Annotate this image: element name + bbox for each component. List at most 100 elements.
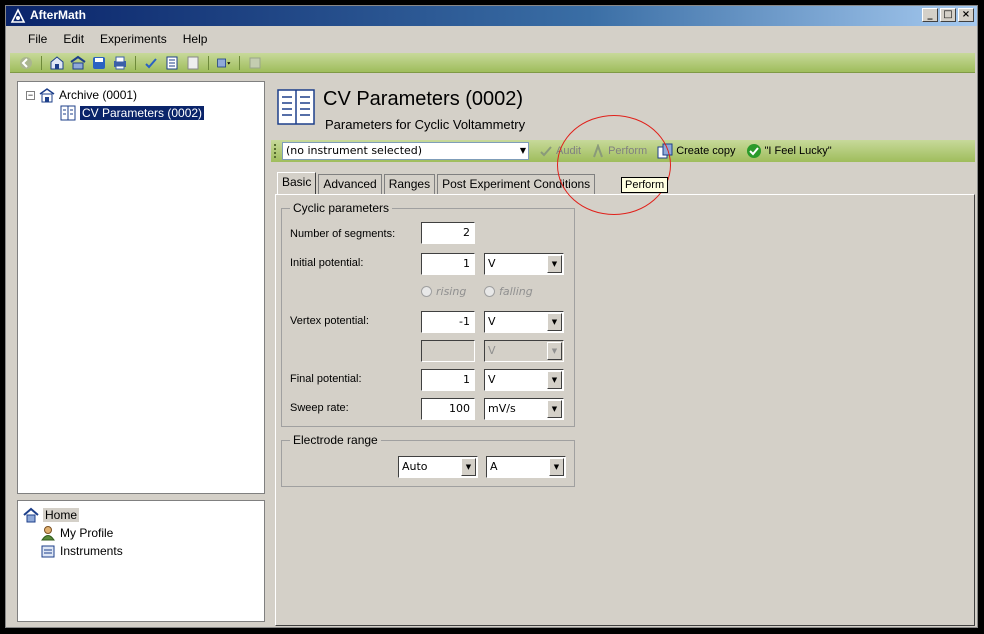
collapse-toggle[interactable]: −	[26, 90, 35, 100]
group-legend: Electrode range	[290, 433, 381, 447]
instrument-select-value: (no instrument selected)	[286, 144, 423, 157]
chevron-down-icon: ▼	[461, 458, 476, 476]
chevron-down-icon: ▼	[547, 313, 562, 331]
instrument-select[interactable]: (no instrument selected) ▼	[282, 142, 529, 160]
chevron-down-icon: ▼	[549, 458, 564, 476]
tree-item-archive[interactable]: − Archive (0001)	[26, 87, 137, 103]
chevron-down-icon: ▼	[547, 371, 562, 389]
instruments-icon	[41, 545, 55, 558]
rising-radio[interactable]: rising	[421, 285, 466, 298]
tab-basic[interactable]: Basic	[277, 172, 317, 194]
tree-item-cv-parameters[interactable]: CV Parameters (0002)	[60, 105, 205, 121]
radio-circle-icon	[484, 286, 495, 297]
final-potential-label: Final potential:	[290, 373, 362, 385]
parameters-icon[interactable]	[164, 55, 180, 71]
main-toolbar	[10, 53, 975, 73]
document-icon[interactable]	[185, 55, 201, 71]
sweep-rate-label: Sweep rate:	[290, 402, 349, 414]
disabled-tool-icon	[247, 55, 263, 71]
create-copy-label: Create copy	[676, 145, 736, 157]
vertex-potential-label: Vertex potential:	[290, 315, 369, 327]
app-window: AfterMath _ □ × File Edit Experiments He…	[5, 5, 978, 628]
menu-experiments[interactable]: Experiments	[92, 28, 175, 50]
page-title: CV Parameters (0002)	[323, 88, 524, 110]
segments-input[interactable]: 2	[421, 222, 475, 244]
final-potential-unit-select[interactable]: V ▼	[484, 369, 564, 391]
nav-item-label: Home	[43, 508, 80, 522]
parameters-doc-icon	[277, 89, 315, 125]
nav-item-home[interactable]: Home	[23, 507, 80, 523]
toolbar-grip[interactable]	[274, 144, 278, 158]
print-icon[interactable]	[112, 55, 128, 71]
vertex-potential-input[interactable]: -1	[421, 311, 475, 333]
menu-file[interactable]: File	[20, 28, 55, 50]
menu-help[interactable]: Help	[175, 28, 216, 50]
nav-item-my-profile[interactable]: My Profile	[40, 525, 113, 541]
audit-icon[interactable]	[143, 55, 159, 71]
parameter-tabs: Basic Advanced Ranges Post Experiment Co…	[277, 172, 597, 194]
unit-value: mV/s	[488, 402, 516, 415]
title-bar: AfterMath _ □ ×	[6, 6, 977, 26]
highlight-circle	[557, 115, 671, 215]
range-unit-value: A	[490, 460, 498, 473]
app-logo-icon	[10, 8, 26, 23]
tree-item-label: CV Parameters (0002)	[80, 106, 205, 120]
falling-label: falling	[499, 285, 533, 298]
chevron-down-icon: ▼	[547, 400, 562, 418]
menu-edit[interactable]: Edit	[55, 28, 92, 50]
tab-ranges[interactable]: Ranges	[383, 174, 436, 194]
unit-value: V	[488, 344, 496, 357]
navigation-tree: Home My Profile Instruments	[17, 500, 265, 622]
basic-tab-panel: Cyclic parameters Number of segments: 2 …	[275, 194, 975, 626]
initial-potential-input[interactable]: 1	[421, 253, 475, 275]
feel-lucky-label: "I Feel Lucky"	[764, 145, 832, 157]
unit-value: V	[488, 257, 496, 270]
nav-item-instruments[interactable]: Instruments	[40, 543, 123, 559]
page-subtitle: Parameters for Cyclic Voltammetry	[325, 117, 526, 132]
profile-icon	[41, 526, 55, 541]
radio-circle-icon	[421, 286, 432, 297]
falling-radio[interactable]: falling	[484, 285, 533, 298]
chevron-down-icon: ▼	[519, 146, 526, 155]
electrode-range-unit-select[interactable]: A ▼	[486, 456, 566, 478]
feel-lucky-button[interactable]: "I Feel Lucky"	[746, 143, 832, 159]
sweep-rate-unit-select[interactable]: mV/s ▼	[484, 398, 564, 420]
vertex-potential-2-input	[421, 340, 475, 362]
nav-item-label: Instruments	[60, 544, 123, 558]
toolbar-separator	[135, 55, 136, 70]
close-button[interactable]: ×	[958, 8, 974, 22]
archive-icon[interactable]	[70, 55, 86, 71]
range-mode-value: Auto	[402, 460, 428, 473]
tools-dropdown-icon[interactable]	[216, 55, 232, 71]
rising-label: rising	[436, 285, 467, 298]
audit-icon	[540, 146, 552, 157]
final-potential-input[interactable]: 1	[421, 369, 475, 391]
toolbar-separator	[208, 55, 209, 70]
chevron-down-icon: ▼	[547, 255, 562, 273]
chevron-down-icon: ▼	[547, 342, 562, 360]
maximize-button[interactable]: □	[940, 8, 956, 22]
new-archive-icon[interactable]	[49, 55, 65, 71]
nav-item-label: My Profile	[60, 526, 114, 540]
initial-potential-unit-select[interactable]: V ▼	[484, 253, 564, 275]
save-icon[interactable]	[91, 55, 107, 71]
toolbar-separator	[41, 55, 42, 70]
sweep-rate-input[interactable]: 100	[421, 398, 475, 420]
segments-label: Number of segments:	[290, 228, 396, 240]
back-icon[interactable]	[18, 55, 34, 71]
check-circle-icon	[746, 144, 761, 158]
minimize-button[interactable]: _	[922, 8, 938, 22]
unit-value: V	[488, 315, 496, 328]
tab-advanced[interactable]: Advanced	[318, 174, 382, 194]
parameters-doc-icon	[60, 105, 76, 121]
cyclic-parameters-group: Cyclic parameters Number of segments: 2 …	[281, 201, 575, 427]
electrode-range-group: Electrode range Auto ▼ A ▼	[281, 433, 575, 487]
vertex-potential-unit-select[interactable]: V ▼	[484, 311, 564, 333]
window-title: AfterMath	[30, 8, 86, 22]
electrode-range-mode-select[interactable]: Auto ▼	[398, 456, 478, 478]
archive-icon	[39, 88, 55, 103]
initial-potential-label: Initial potential:	[290, 257, 364, 269]
perform-tooltip: Perform	[621, 177, 669, 193]
group-legend: Cyclic parameters	[290, 201, 393, 215]
tree-item-label: Archive (0001)	[59, 88, 138, 102]
